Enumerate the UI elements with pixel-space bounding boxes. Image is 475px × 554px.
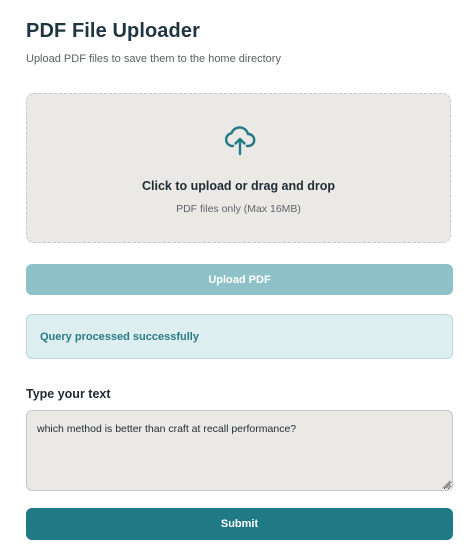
page-subtitle: Upload PDF files to save them to the hom… <box>26 53 281 65</box>
pdf-uploader-page: PDF File Uploader Upload PDF files to sa… <box>0 0 475 554</box>
dropzone-title: Click to upload or drag and drop <box>141 179 336 193</box>
upload-pdf-button[interactable]: Upload PDF <box>26 264 453 295</box>
file-dropzone[interactable]: Click to upload or drag and drop PDF fil… <box>26 93 451 243</box>
submit-button[interactable]: Submit <box>26 508 453 540</box>
cloud-upload-icon <box>225 126 256 156</box>
query-label: Type your text <box>26 387 111 401</box>
dropzone-hint: PDF files only (Max 16MB) <box>176 203 301 215</box>
page-title: PDF File Uploader <box>26 20 200 42</box>
query-textarea[interactable]: which method is better than craft at rec… <box>26 410 453 491</box>
status-message: Query processed successfully <box>26 314 453 359</box>
